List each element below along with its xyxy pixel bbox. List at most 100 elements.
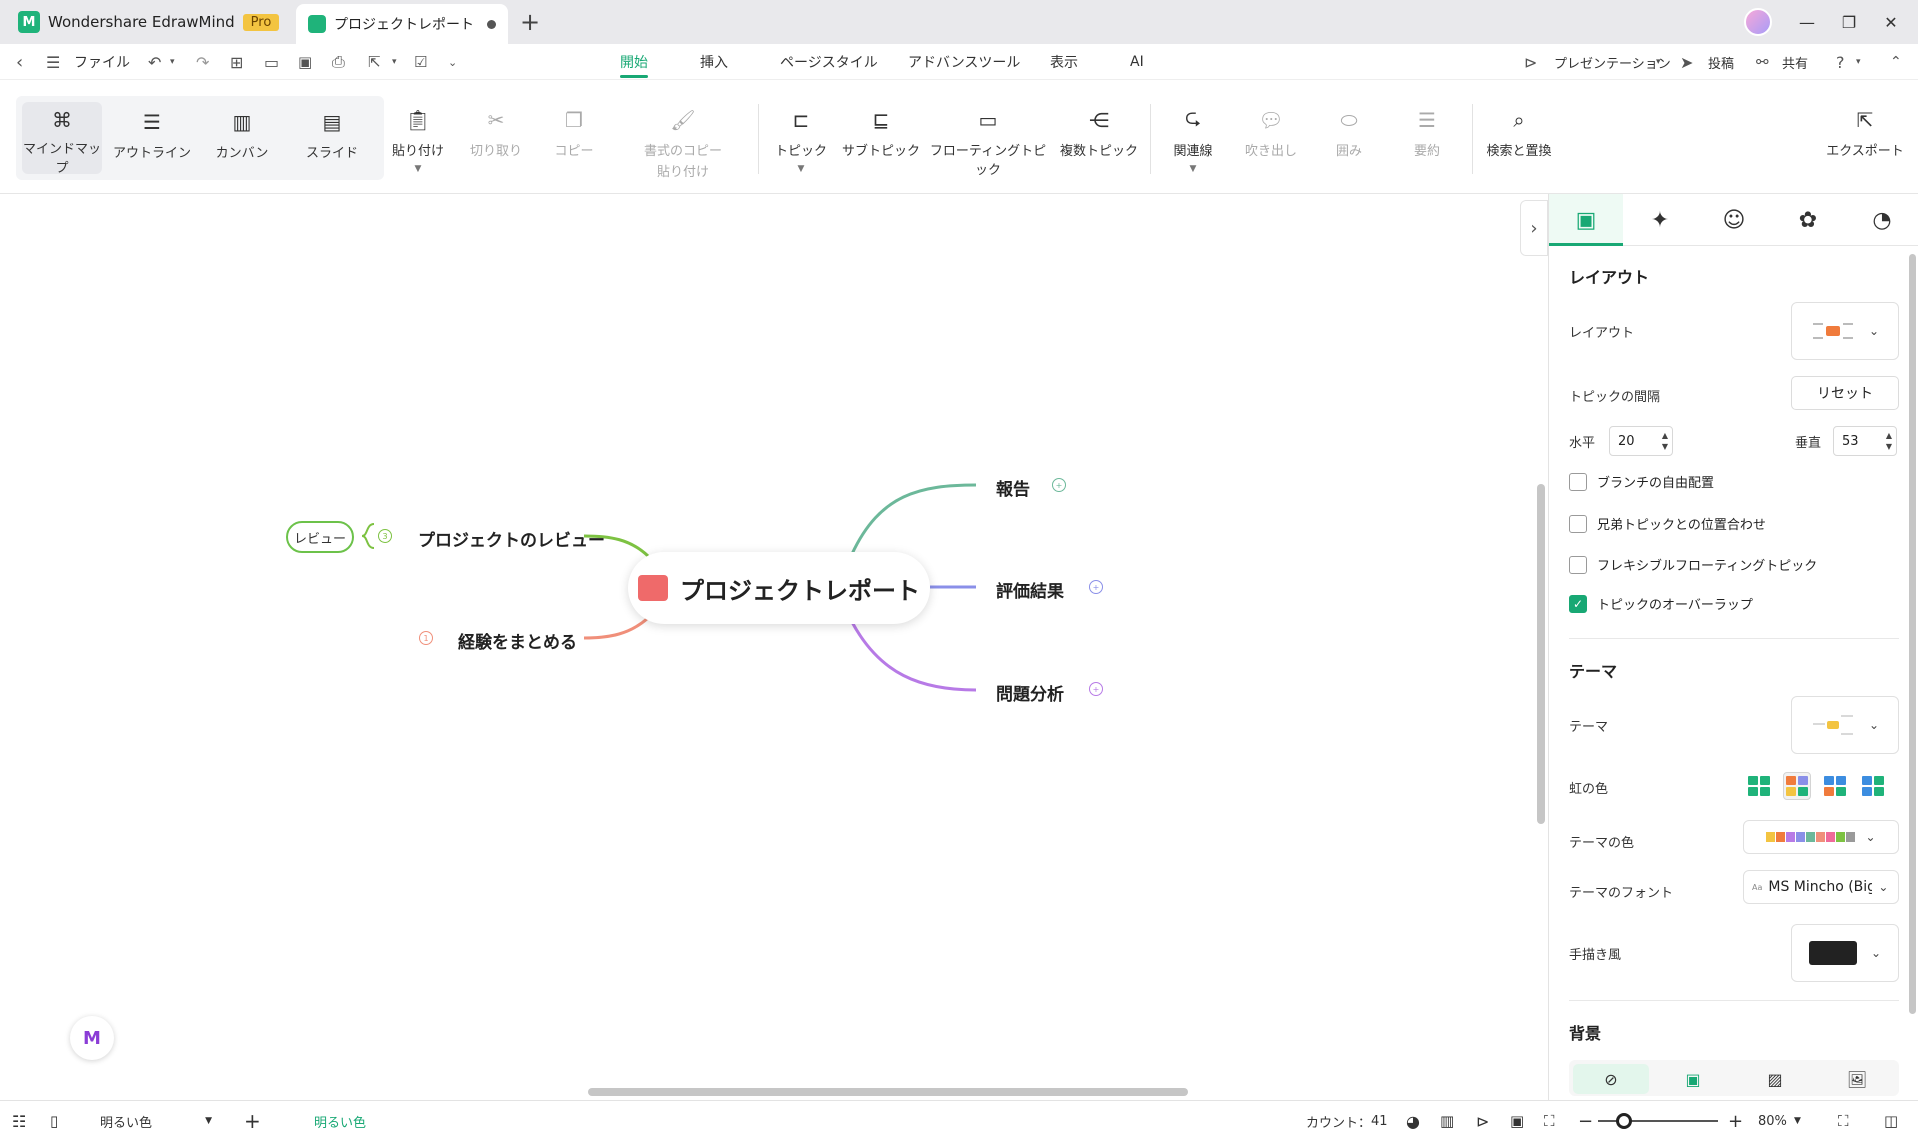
find-replace-button[interactable]: ⌕ 検索と置換: [1484, 106, 1554, 159]
callout-button[interactable]: 💬︎ 吹き出し: [1240, 106, 1302, 159]
emoji-icon[interactable]: ☺: [1697, 194, 1771, 246]
topic-summary-badge-icon[interactable]: 1: [419, 631, 433, 645]
close-button[interactable]: ✕: [1876, 8, 1906, 36]
horizontal-spacing-input[interactable]: 20 ▲ ▼: [1609, 426, 1673, 456]
checkbox-sibling-align[interactable]: 兄弟トピックとの位置合わせ: [1569, 514, 1766, 533]
save-icon[interactable]: ▣: [298, 44, 312, 80]
layout-selector[interactable]: ⌄: [1791, 302, 1899, 360]
pro-badge[interactable]: Pro: [242, 13, 280, 31]
tab-page-style[interactable]: ページスタイル: [780, 44, 878, 80]
zoom-level[interactable]: 80%: [1758, 1101, 1787, 1140]
view-mindmap-button[interactable]: ⌘ マインドマップ: [22, 102, 102, 176]
paste-dropdown-icon[interactable]: ▼: [415, 165, 422, 174]
ai-sparkle-icon[interactable]: ✦: [1623, 194, 1697, 246]
fit-page-icon[interactable]: ▣: [1510, 1101, 1524, 1140]
multiple-topics-button[interactable]: ⋲ 複数トピック: [1056, 106, 1142, 159]
document-tab[interactable]: プロジェクトレポート: [296, 4, 508, 44]
presentation-dropdown-icon[interactable]: ▾: [1656, 44, 1661, 80]
rainbow-option-1[interactable]: [1745, 772, 1773, 800]
zoom-out-icon[interactable]: −: [1578, 1101, 1593, 1140]
theme-color-selector[interactable]: ⌄: [1743, 820, 1899, 854]
post-icon[interactable]: ➤: [1680, 44, 1693, 80]
share-icon[interactable]: ⚯: [1756, 44, 1769, 80]
reset-spacing-button[interactable]: リセット: [1791, 376, 1899, 410]
view-kanban-button[interactable]: ▥ カンバン: [202, 108, 282, 161]
topic-button[interactable]: ⊏ トピック ▼: [770, 106, 832, 174]
presentation-icon[interactable]: ⊳: [1524, 44, 1537, 80]
checkbox-flexible-floating[interactable]: フレキシブルフローティングトピック: [1569, 555, 1817, 574]
hamburger-menu-icon[interactable]: ☰: [46, 44, 60, 80]
no-background-icon[interactable]: ⊘: [1573, 1064, 1649, 1094]
history-icon[interactable]: ◔: [1845, 194, 1918, 246]
checkbox-topic-overlap[interactable]: ✓ トピックのオーバーラップ: [1569, 594, 1753, 613]
view-outline-button[interactable]: ☰ アウトライン: [112, 108, 192, 161]
relationship-button[interactable]: ⮎ 関連線 ▼: [1162, 105, 1224, 174]
vertical-spacing-input[interactable]: 53 ▲ ▼: [1833, 426, 1897, 456]
copy-button[interactable]: ❐ コピー: [544, 106, 604, 159]
view-slide-button[interactable]: ▤ スライド: [292, 108, 372, 161]
topic-evaluation-badge-icon[interactable]: +: [1089, 580, 1103, 594]
open-folder-icon[interactable]: ▭: [264, 44, 279, 80]
outline-panel-icon[interactable]: ☷: [12, 1101, 26, 1140]
panel-scrollbar[interactable]: [1909, 254, 1916, 1014]
topic-analysis[interactable]: 問題分析: [996, 680, 1064, 705]
checkbox-sibling-align-box[interactable]: [1569, 514, 1587, 533]
edit-check-icon[interactable]: ☑: [414, 44, 427, 80]
checkbox-topic-overlap-box[interactable]: ✓: [1569, 594, 1587, 613]
app-tab[interactable]: M Wondershare EdrawMind Pro: [8, 6, 289, 38]
user-avatar[interactable]: [1744, 8, 1772, 36]
collapse-ribbon-icon[interactable]: ⌃: [1890, 44, 1902, 80]
restore-button[interactable]: ❐: [1834, 8, 1864, 36]
root-topic-node[interactable]: プロジェクトレポート: [628, 552, 930, 624]
play-icon[interactable]: ⊳: [1476, 1101, 1489, 1140]
more-dropdown-icon[interactable]: ⌄: [448, 44, 457, 80]
topic-review-badge-icon[interactable]: 3: [378, 529, 392, 543]
handdrawn-selector[interactable]: ⌄: [1791, 924, 1899, 982]
paste-button[interactable]: 📋︎ 貼り付け ▼: [388, 106, 448, 174]
export-quick-icon[interactable]: ⇱: [368, 44, 381, 80]
rainbow-option-3[interactable]: [1821, 772, 1849, 800]
format-painter-button[interactable]: 🖌︎ 書式のコピー 貼り付け: [636, 106, 730, 180]
undo-icon[interactable]: ↶: [148, 44, 161, 80]
topic-dropdown-icon[interactable]: ▼: [798, 165, 805, 174]
cut-button[interactable]: ✂ 切り取り: [466, 106, 526, 159]
help-icon[interactable]: ?: [1836, 44, 1845, 80]
mindmap-canvas[interactable]: プロジェクトレポート 報告 + 評価結果 + 問題分析 + プロジェクトのレビュ…: [0, 194, 1548, 1100]
relationship-dropdown-icon[interactable]: ▼: [1190, 165, 1197, 174]
topic-analysis-badge-icon[interactable]: +: [1089, 682, 1103, 696]
minimize-button[interactable]: —: [1792, 8, 1822, 36]
add-page-icon[interactable]: +: [244, 1101, 261, 1140]
unsaved-dot-icon[interactable]: [487, 19, 496, 29]
horizontal-stepper-icon[interactable]: ▲ ▼: [1662, 430, 1668, 452]
new-tab-button[interactable]: +: [516, 8, 544, 36]
texture-background-icon[interactable]: ▨: [1737, 1064, 1813, 1094]
layout-icon[interactable]: ▣: [1549, 194, 1623, 246]
undo-dropdown-icon[interactable]: ▾: [170, 44, 175, 80]
rainbow-option-4[interactable]: [1859, 772, 1887, 800]
page-tab-light[interactable]: 明るい色: [314, 1101, 366, 1140]
ai-assistant-icon[interactable]: M: [70, 1016, 114, 1060]
export-dropdown-icon[interactable]: ▾: [392, 44, 397, 80]
help-dropdown-icon[interactable]: ▾: [1856, 44, 1861, 80]
page-view-icon[interactable]: ▯: [50, 1101, 58, 1140]
tab-home[interactable]: 開始: [620, 44, 648, 80]
new-file-icon[interactable]: ⊞: [230, 44, 243, 80]
share-button[interactable]: 共有: [1782, 44, 1808, 80]
checkbox-free-branch[interactable]: ブランチの自由配置: [1569, 472, 1714, 491]
summary-button[interactable]: ☰ 要約: [1396, 106, 1458, 159]
vertical-stepper-icon[interactable]: ▲ ▼: [1886, 430, 1892, 452]
canvas-vertical-scrollbar[interactable]: [1537, 484, 1545, 824]
zoom-in-icon[interactable]: +: [1728, 1101, 1743, 1140]
solid-background-icon[interactable]: ▣: [1655, 1064, 1731, 1094]
checkbox-free-branch-box[interactable]: [1569, 472, 1587, 491]
topic-report[interactable]: 報告: [996, 475, 1030, 500]
tab-advanced-tools[interactable]: アドバンスツール: [908, 44, 1020, 80]
presentation-button[interactable]: プレゼンテーション: [1554, 44, 1671, 80]
badge-icon[interactable]: ✿: [1771, 194, 1845, 246]
file-menu[interactable]: ファイル: [74, 44, 130, 80]
fit-screen-icon[interactable]: ⛶: [1544, 1101, 1555, 1140]
theme-select[interactable]: 明るい色 ▼: [100, 1101, 212, 1140]
topic-project-review[interactable]: プロジェクトのレビュー: [418, 526, 605, 551]
topic-summarize-experience[interactable]: 経験をまとめる: [458, 628, 577, 653]
theme-font-selector[interactable]: Aa MS Mincho (Big ⌄: [1743, 870, 1899, 904]
